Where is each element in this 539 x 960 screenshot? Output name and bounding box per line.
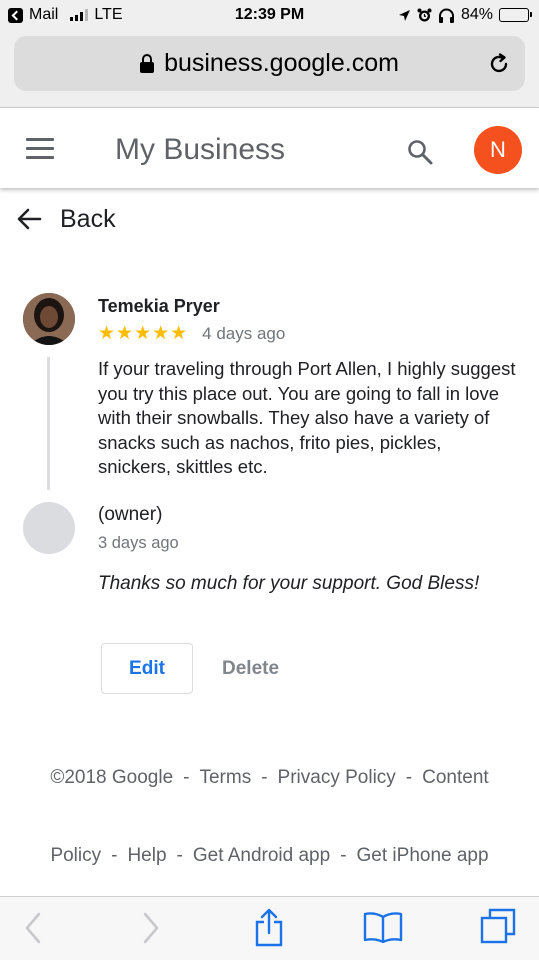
privacy-policy-link[interactable]: Privacy Policy — [278, 767, 396, 788]
battery-icon — [499, 8, 532, 22]
back-label: Back — [60, 204, 116, 233]
footer-row-2: Policy - Help - Get Android app - Get iPhone a… — [0, 845, 539, 867]
back-link[interactable]: Back — [16, 202, 116, 236]
footer-separator: - — [261, 767, 268, 788]
headphones-icon — [438, 8, 454, 23]
search-icon[interactable] — [406, 138, 434, 166]
share-icon[interactable] — [253, 907, 285, 947]
edit-reply-button[interactable]: Edit — [101, 643, 193, 694]
back-arrow-icon — [17, 208, 42, 230]
status-right: 84% — [398, 6, 532, 24]
browser-url-area: business.google.com — [0, 30, 539, 108]
reply-date: 3 days ago — [98, 534, 179, 552]
url-text[interactable]: business.google.com — [164, 49, 399, 78]
status-bar: Mail LTE 12:39 PM 84% — [0, 0, 539, 30]
footer-separator: - — [183, 767, 190, 788]
reviewer-avatar — [23, 293, 75, 345]
copyright-text: ©2018 Google — [50, 767, 174, 788]
footer-row-1: ©2018 Google - Terms - Privacy Policy - Conten… — [0, 767, 539, 789]
footer-separator: - — [405, 767, 413, 788]
reply-text: Thanks so much for your support. God Ble… — [98, 573, 480, 594]
footer-separator: - — [111, 845, 118, 866]
tabs-icon[interactable] — [479, 907, 517, 945]
content-policy-link[interactable]: Content — [422, 767, 489, 788]
reviewer-photo — [23, 293, 75, 345]
reply-author: (owner) — [98, 504, 163, 525]
help-link[interactable]: Help — [127, 845, 166, 866]
address-bar[interactable]: business.google.com — [14, 36, 525, 91]
location-icon — [398, 9, 410, 21]
get-iphone-app-link[interactable]: Get iPhone app — [357, 845, 489, 866]
owner-avatar — [23, 502, 75, 554]
account-avatar[interactable]: N — [474, 126, 522, 174]
battery-percent: 84% — [460, 6, 493, 23]
reviewer-name: Temekia Pryer — [98, 296, 220, 316]
rating-row: ★★★★★ 4 days ago — [98, 322, 285, 345]
thread-line — [47, 357, 50, 490]
star-rating: ★★★★★ — [98, 323, 189, 344]
delete-reply-button[interactable]: Delete — [222, 643, 279, 694]
lock-icon — [140, 54, 155, 73]
review-text: If your traveling through Port Allen, I … — [98, 358, 516, 477]
bookmarks-icon[interactable] — [363, 911, 403, 943]
terms-link[interactable]: Terms — [199, 767, 251, 788]
reload-icon[interactable] — [487, 52, 511, 76]
review-date: 4 days ago — [202, 323, 286, 343]
content-policy-link-cont[interactable]: Policy — [50, 845, 101, 866]
footer-separator: - — [340, 845, 347, 866]
browser-toolbar — [0, 896, 539, 960]
hamburger-menu-icon[interactable] — [26, 138, 54, 160]
browser-back-icon[interactable] — [22, 911, 44, 945]
app-title: My Business — [115, 133, 286, 166]
get-android-app-link[interactable]: Get Android app — [193, 845, 330, 866]
browser-forward-icon[interactable] — [140, 911, 162, 945]
app-header: My Business — [0, 108, 539, 188]
footer-separator: - — [176, 845, 183, 866]
alarm-icon — [417, 8, 432, 21]
